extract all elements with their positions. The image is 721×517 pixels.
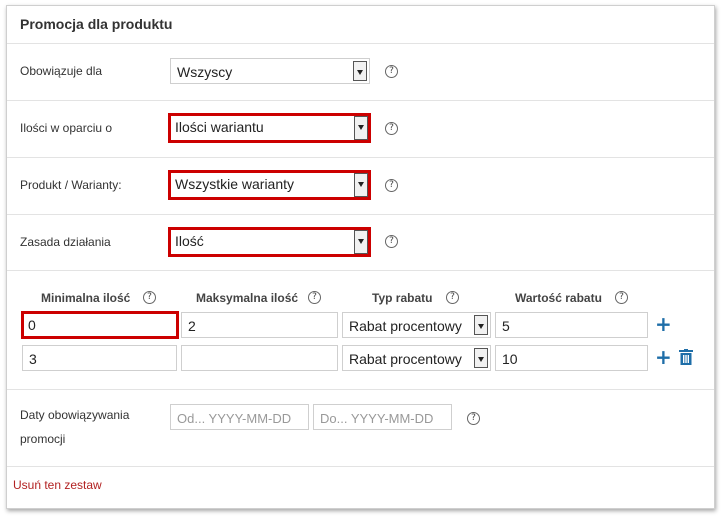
chevron-down-icon[interactable] xyxy=(354,116,368,140)
min-qty-header: Minimalna ilość xyxy=(41,291,131,305)
max-qty-input[interactable] xyxy=(181,345,338,371)
product-variants-select[interactable]: Wszystkie warianty xyxy=(168,170,371,200)
rule-select[interactable]: Ilość xyxy=(168,227,371,257)
applies-to-select[interactable]: Wszyscy xyxy=(170,58,370,84)
quantity-basis-value: Ilości wariantu xyxy=(175,119,264,135)
applies-to-label: Obowiązuje dla xyxy=(20,64,103,78)
panel-title: Promocja dla produktu xyxy=(20,16,173,32)
min-qty-input[interactable]: 0 xyxy=(21,311,179,339)
help-icon[interactable]: ? xyxy=(143,291,156,304)
help-icon[interactable]: ? xyxy=(446,291,459,304)
divider xyxy=(7,157,714,158)
trash-icon[interactable] xyxy=(679,349,693,365)
date-to-input[interactable]: Do... YYYY-MM-DD xyxy=(313,404,452,430)
applies-to-value: Wszyscy xyxy=(177,64,233,80)
quantity-basis-select[interactable]: Ilości wariantu xyxy=(168,113,371,143)
min-qty-input[interactable]: 3 xyxy=(22,345,177,371)
help-icon[interactable]: ? xyxy=(385,179,398,192)
help-icon[interactable]: ? xyxy=(615,291,628,304)
divider xyxy=(7,389,714,390)
chevron-down-icon[interactable] xyxy=(354,230,368,254)
chevron-down-icon[interactable] xyxy=(354,173,368,197)
date-from-input[interactable]: Od... YYYY-MM-DD xyxy=(170,404,309,430)
discount-value-input[interactable]: 5 xyxy=(495,312,648,338)
divider xyxy=(7,466,714,467)
rule-value: Ilość xyxy=(175,233,204,249)
chevron-down-icon[interactable] xyxy=(353,61,367,81)
discount-type-header: Typ rabatu xyxy=(372,291,433,305)
product-variants-value: Wszystkie warianty xyxy=(175,176,295,192)
rule-label: Zasada działania xyxy=(20,235,111,249)
quantity-basis-label: Ilości w oparciu o xyxy=(20,121,113,135)
help-icon[interactable]: ? xyxy=(385,235,398,248)
divider xyxy=(7,43,714,44)
remove-set-link[interactable]: Usuń ten zestaw xyxy=(13,478,102,492)
dates-label-line2: promocji xyxy=(20,432,66,446)
max-qty-input[interactable]: 2 xyxy=(181,312,338,338)
help-icon[interactable]: ? xyxy=(385,65,398,78)
help-icon[interactable]: ? xyxy=(308,291,321,304)
chevron-down-icon[interactable] xyxy=(474,315,488,335)
divider xyxy=(7,100,714,101)
help-icon[interactable]: ? xyxy=(385,122,398,135)
discount-value-input[interactable]: 10 xyxy=(495,345,648,371)
promotion-panel: Promocja dla produktu Obowiązuje dla Wsz… xyxy=(6,5,715,509)
discount-value-header: Wartość rabatu xyxy=(515,291,602,305)
help-icon[interactable]: ? xyxy=(467,412,480,425)
add-row-icon[interactable]: + xyxy=(655,347,672,367)
discount-type-select[interactable]: Rabat procentowy xyxy=(342,345,491,371)
discount-type-select[interactable]: Rabat procentowy xyxy=(342,312,491,338)
divider xyxy=(7,214,714,215)
chevron-down-icon[interactable] xyxy=(474,348,488,368)
dates-label-line1: Daty obowiązywania xyxy=(20,408,130,422)
add-row-icon[interactable]: + xyxy=(655,314,672,334)
product-variants-label: Produkt / Warianty: xyxy=(20,178,122,192)
max-qty-header: Maksymalna ilość xyxy=(196,291,299,305)
divider xyxy=(7,270,714,271)
